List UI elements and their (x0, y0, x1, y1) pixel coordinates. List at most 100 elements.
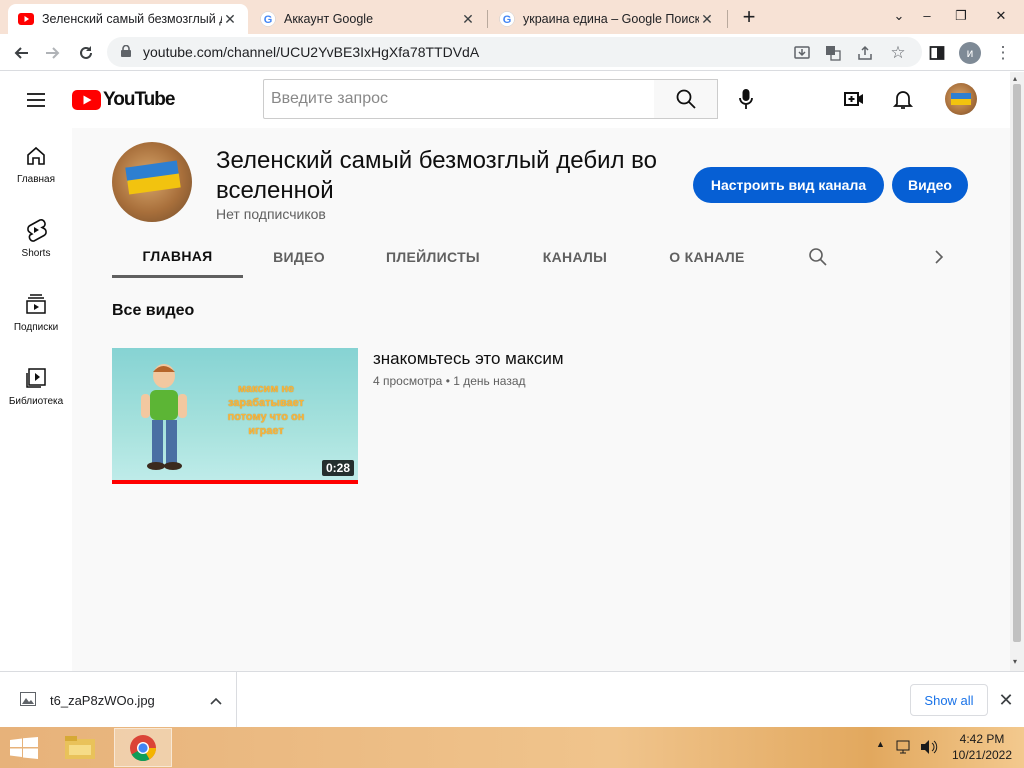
library-icon (25, 366, 47, 390)
tab-separator (487, 10, 488, 28)
clock-date: 10/21/2022 (951, 748, 1013, 762)
guide-label: Библиотека (8, 396, 64, 407)
chevron-up-icon[interactable] (210, 693, 222, 708)
download-item[interactable]: t6_zaP8zWOo.jpg (12, 672, 237, 728)
video-views: 4 просмотра (373, 374, 443, 388)
chrome-taskbar-button[interactable] (114, 728, 172, 767)
bell-icon (892, 91, 914, 109)
close-tab-icon[interactable]: ✕ (222, 11, 238, 28)
page-viewport: YouTube Введите запрос Главная Shorts По… (0, 72, 1010, 671)
svg-text:G: G (264, 14, 273, 26)
svg-text:G: G (503, 14, 512, 26)
guide-item-shorts[interactable]: Shorts (0, 202, 72, 276)
tab-label: ПЛЕЙЛИСТЫ (386, 249, 480, 265)
scroll-up-icon[interactable]: ▴ (1013, 74, 1017, 83)
tab-label: О КАНАЛЕ (669, 249, 745, 265)
scrollbar-thumb[interactable] (1013, 84, 1021, 642)
tab-home[interactable]: ГЛАВНАЯ (112, 236, 243, 278)
tab-separator (727, 10, 728, 28)
microphone-icon (739, 89, 753, 109)
install-app-icon[interactable] (789, 40, 815, 66)
search-icon (676, 89, 696, 109)
close-download-shelf-icon[interactable]: ✕ (995, 686, 1017, 714)
tab-playlists[interactable]: ПЛЕЙЛИСТЫ (370, 236, 496, 278)
show-all-label: Show all (924, 692, 974, 708)
share-icon[interactable] (852, 40, 878, 66)
voice-search-button[interactable] (732, 83, 760, 115)
youtube-icon (18, 11, 34, 27)
guide-item-library[interactable]: Библиотека (0, 350, 72, 424)
windows-taskbar: ▲ 4:42 PM 10/21/2022 (0, 727, 1024, 768)
file-explorer-icon[interactable] (64, 733, 96, 766)
clock-time: 4:42 PM (959, 732, 1005, 746)
menu-kebab-icon[interactable]: ⋮ (990, 40, 1016, 66)
search-button[interactable] (654, 79, 718, 119)
guide-item-home[interactable]: Главная (0, 128, 72, 202)
home-icon (25, 144, 47, 168)
youtube-logo[interactable]: YouTube (72, 89, 175, 111)
translate-icon[interactable] (820, 40, 846, 66)
close-tab-icon[interactable]: ✕ (460, 11, 476, 28)
windows-start-icon[interactable] (10, 737, 38, 764)
youtube-masthead: YouTube Введите запрос (0, 72, 1010, 128)
flag-yellow (951, 99, 971, 105)
tab-channels[interactable]: КАНАЛЫ (522, 236, 628, 278)
profile-avatar[interactable]: и (957, 40, 983, 66)
chevron-right-icon[interactable] (932, 249, 946, 270)
tab-youtube[interactable]: Зеленский самый безмозглый д ✕ (8, 4, 248, 34)
hamburger-menu-icon[interactable] (24, 88, 48, 117)
manage-videos-label: Видео (908, 177, 952, 193)
create-video-button[interactable] (842, 87, 866, 116)
video-title[interactable]: знакомьтесь это максим (373, 349, 564, 369)
forward-icon[interactable] (40, 40, 66, 66)
subscriber-count: Нет подписчиков (216, 206, 326, 222)
create-video-icon (844, 92, 863, 106)
search-input[interactable]: Введите запрос (263, 79, 655, 119)
show-hidden-icons[interactable]: ▲ (876, 739, 885, 749)
video-meta: 4 просмотра • 1 день назад (373, 374, 526, 388)
cartoon-man-illustration (141, 364, 187, 470)
notifications-button[interactable] (891, 87, 915, 116)
tab-about[interactable]: О КАНАЛЕ (652, 236, 762, 278)
profile-initial: и (959, 42, 981, 64)
system-clock[interactable]: 4:42 PM 10/21/2022 (944, 731, 1020, 763)
channel-avatar[interactable] (112, 142, 192, 222)
close-window-icon[interactable]: ✕ (984, 0, 1018, 34)
youtube-logo-text: YouTube (103, 89, 175, 110)
guide-item-subscriptions[interactable]: Подписки (0, 276, 72, 350)
channel-tabs: ГЛАВНАЯ ВИДЕО ПЛЕЙЛИСТЫ КАНАЛЫ О КАНАЛЕ (112, 236, 950, 278)
back-icon[interactable] (8, 40, 34, 66)
video-duration: 0:28 (321, 460, 354, 476)
reload-icon[interactable] (73, 40, 99, 66)
tab-videos[interactable]: ВИДЕО (252, 236, 346, 278)
browser-toolbar: youtube.com/channel/UCU2YvBE3IxHgXfa78TT… (0, 34, 1024, 71)
side-panel-icon[interactable] (924, 40, 950, 66)
guide-label: Shorts (21, 248, 51, 259)
close-tab-icon[interactable]: ✕ (699, 11, 715, 28)
tab-label: КАНАЛЫ (542, 249, 608, 265)
section-title: Все видео (112, 302, 195, 319)
video-thumbnail[interactable]: максим не зарабатывает потому что он игр… (112, 348, 358, 484)
scroll-down-icon[interactable]: ▾ (1013, 657, 1017, 666)
channel-name: Зеленский самый безмозглый дебил во всел… (216, 147, 657, 204)
page-scrollbar[interactable]: ▴ ▾ (1010, 72, 1024, 671)
show-all-button[interactable]: Show all (910, 684, 988, 716)
download-filename: t6_zaP8zWOo.jpg (50, 692, 155, 708)
channel-search-icon[interactable] (808, 247, 828, 272)
watch-progress-bar (112, 480, 358, 484)
bookmark-star-icon[interactable]: ☆ (885, 40, 911, 66)
volume-icon[interactable] (920, 739, 938, 760)
customize-channel-button[interactable]: Настроить вид канала (693, 167, 884, 203)
minimize-icon[interactable]: – (910, 0, 944, 34)
guide-label: Главная (16, 174, 56, 185)
tab-google-account[interactable]: G Аккаунт Google ✕ (250, 4, 486, 34)
new-tab-button[interactable]: + (736, 5, 762, 31)
manage-videos-button[interactable]: Видео (892, 167, 968, 203)
tab-google-search[interactable]: G украина едина – Google Поиск ✕ (489, 4, 725, 34)
google-icon: G (499, 11, 515, 27)
account-avatar[interactable] (945, 83, 977, 115)
tab-strip: Зеленский самый безмозглый д ✕ G Аккаунт… (0, 0, 1024, 34)
shorts-icon (25, 218, 47, 242)
network-icon[interactable] (896, 739, 914, 760)
restore-icon[interactable]: ❐ (944, 0, 978, 34)
